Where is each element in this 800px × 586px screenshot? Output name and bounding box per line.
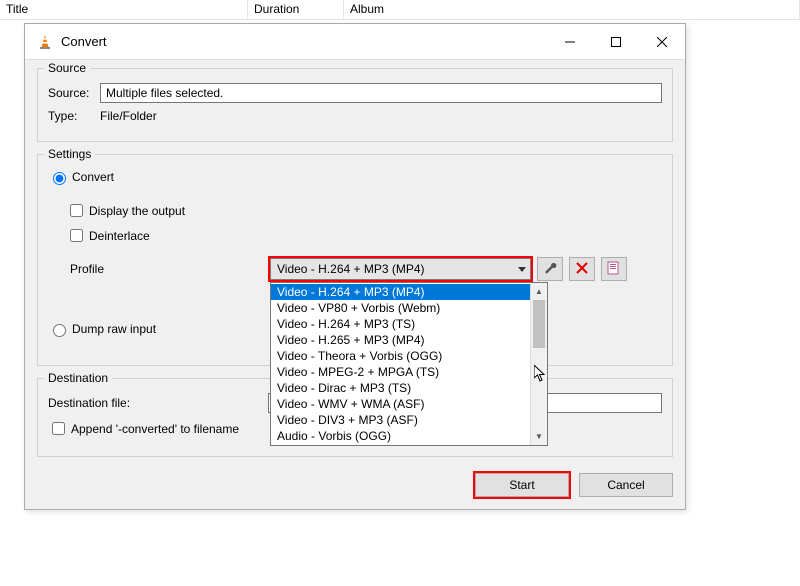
convert-radio[interactable] xyxy=(53,172,66,185)
append-converted-checkbox[interactable] xyxy=(52,422,65,435)
profile-option[interactable]: Video - Theora + Vorbis (OGG) xyxy=(271,348,530,364)
titlebar[interactable]: Convert xyxy=(25,24,685,60)
convert-dialog: Convert Source Source: Type: File/Folder… xyxy=(24,23,686,510)
profile-option[interactable]: Video - H.265 + MP3 (MP4) xyxy=(271,332,530,348)
minimize-button[interactable] xyxy=(547,24,593,59)
scroll-up-icon[interactable]: ▲ xyxy=(531,283,547,300)
source-input[interactable] xyxy=(100,83,662,103)
dropdown-scrollbar[interactable]: ▲ ▼ xyxy=(530,283,547,445)
vlc-cone-icon xyxy=(37,34,53,50)
profile-option[interactable]: Video - H.264 + MP3 (TS) xyxy=(271,316,530,332)
wrench-icon xyxy=(543,261,557,278)
col-album[interactable]: Album xyxy=(344,0,800,19)
profile-option[interactable]: Video - DIV3 + MP3 (ASF) xyxy=(271,412,530,428)
cancel-button[interactable]: Cancel xyxy=(579,473,673,497)
col-duration[interactable]: Duration xyxy=(248,0,344,19)
window-title: Convert xyxy=(61,34,547,49)
profile-label: Profile xyxy=(70,262,270,276)
scroll-thumb[interactable] xyxy=(533,300,545,348)
append-converted-label: Append '-converted' to filename xyxy=(71,422,239,436)
deinterlace-checkbox[interactable] xyxy=(70,229,83,242)
delete-profile-button[interactable] xyxy=(569,257,595,281)
settings-legend: Settings xyxy=(44,147,95,161)
dump-raw-radio[interactable] xyxy=(53,324,66,337)
window-controls xyxy=(547,24,685,59)
profile-option[interactable]: Video - VP80 + Vorbis (Webm) xyxy=(271,300,530,316)
profile-selected-text: Video - H.264 + MP3 (MP4) xyxy=(277,262,425,276)
start-button[interactable]: Start xyxy=(475,473,569,497)
source-fieldset: Source Source: Type: File/Folder xyxy=(37,68,673,142)
deinterlace-label: Deinterlace xyxy=(89,229,150,243)
x-icon xyxy=(576,262,588,277)
display-output-label: Display the output xyxy=(89,204,185,218)
profile-dropdown-list: Video - H.264 + MP3 (MP4) Video - VP80 +… xyxy=(270,282,548,446)
profile-option[interactable]: Video - H.264 + MP3 (MP4) xyxy=(271,284,530,300)
source-label: Source: xyxy=(48,86,100,100)
new-profile-button[interactable] xyxy=(601,257,627,281)
close-button[interactable] xyxy=(639,24,685,59)
chevron-down-icon xyxy=(518,267,526,272)
dialog-actions: Start Cancel xyxy=(37,469,673,501)
new-profile-icon xyxy=(607,261,621,278)
type-value: File/Folder xyxy=(100,109,157,123)
col-title[interactable]: Title xyxy=(0,0,248,19)
scroll-down-icon[interactable]: ▼ xyxy=(531,428,547,445)
profile-select[interactable]: Video - H.264 + MP3 (MP4) xyxy=(270,258,531,280)
profile-option[interactable]: Video - MPEG-2 + MPGA (TS) xyxy=(271,364,530,380)
convert-radio-label: Convert xyxy=(72,170,114,184)
type-label: Type: xyxy=(48,109,100,123)
dump-raw-label: Dump raw input xyxy=(72,322,156,336)
profile-option[interactable]: Video - WMV + WMA (ASF) xyxy=(271,396,530,412)
settings-fieldset: Settings Convert Display the output Dein… xyxy=(37,154,673,366)
edit-profile-button[interactable] xyxy=(537,257,563,281)
profile-option[interactable]: Audio - Vorbis (OGG) xyxy=(271,428,530,444)
profile-option[interactable]: Video - Dirac + MP3 (TS) xyxy=(271,380,530,396)
display-output-checkbox[interactable] xyxy=(70,204,83,217)
destination-file-label: Destination file: xyxy=(48,396,268,410)
destination-legend: Destination xyxy=(44,371,112,385)
background-table-header: Title Duration Album xyxy=(0,0,800,20)
source-legend: Source xyxy=(44,61,90,75)
maximize-button[interactable] xyxy=(593,24,639,59)
